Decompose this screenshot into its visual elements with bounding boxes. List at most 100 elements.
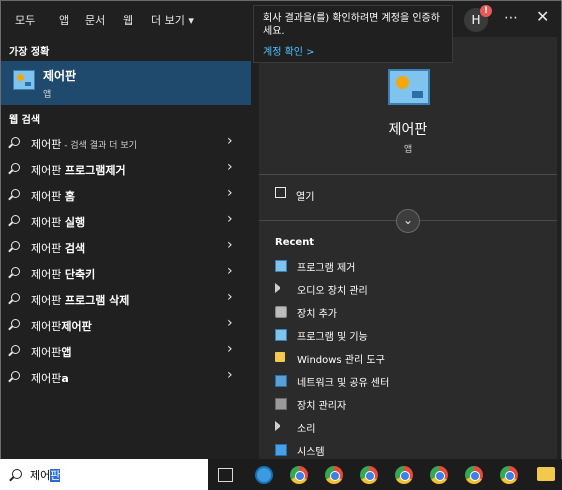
web-result-item[interactable]: 제어판제어판 ›	[1, 313, 251, 339]
web-result-label: 제어판 프로그램제거	[31, 164, 126, 177]
search-icon	[11, 293, 20, 302]
web-result-item[interactable]: 제어판a ›	[1, 365, 251, 391]
web-result-label: 제어판 단축키	[31, 268, 96, 281]
toast-message: 회사 결과을(를) 확인하려면 계정을 인증하세요.	[263, 13, 440, 37]
chrome-icon[interactable]	[465, 466, 483, 484]
chevron-right-icon: ›	[227, 185, 233, 201]
close-icon[interactable]: ✕	[536, 7, 549, 26]
task-view-icon[interactable]	[218, 468, 233, 482]
detail-subtitle: 앱	[403, 145, 413, 155]
recent-item-label: 프로그램 및 기능	[297, 332, 368, 343]
device-manager-icon	[275, 398, 287, 410]
verify-account-link[interactable]: 계정 확인 >	[263, 43, 315, 58]
chevron-right-icon: ›	[227, 289, 233, 305]
speaker-icon	[275, 421, 280, 431]
chevron-right-icon: ›	[227, 159, 233, 175]
search-icon	[11, 267, 20, 276]
chrome-icon[interactable]	[325, 466, 343, 484]
divider	[259, 174, 557, 175]
tab-apps[interactable]: 앱	[59, 12, 69, 28]
detail-title: 제어판	[388, 122, 428, 138]
web-result-label: 제어판 검색	[31, 242, 86, 255]
recent-item-label: 소리	[297, 424, 316, 435]
best-match-item[interactable]: 제어판 앱	[1, 61, 251, 105]
search-icon	[11, 163, 20, 172]
search-icon	[11, 371, 20, 380]
web-result-item[interactable]: 제어판 단축키 ›	[1, 261, 251, 287]
best-match-subtitle: 앱	[43, 90, 52, 100]
more-options-icon[interactable]: ⋯	[504, 10, 518, 26]
best-match-header: 가장 정확	[9, 47, 50, 58]
recent-item-label: 네트워크 및 공유 센터	[297, 378, 390, 389]
web-result-label: 제어판a	[31, 372, 69, 385]
chevron-right-icon: ›	[227, 211, 233, 227]
web-result-label: 제어판 홈	[31, 190, 75, 203]
recent-item-label: 오디오 장치 관리	[297, 286, 368, 297]
tab-all[interactable]: 모두	[15, 12, 35, 28]
alert-badge: !	[480, 5, 492, 17]
account-toast: 회사 결과을(를) 확인하려면 계정을 인증하세요. 계정 확인 >	[253, 5, 453, 63]
search-input[interactable]: 제어판	[0, 459, 208, 490]
web-result-item[interactable]: 제어판 홈 ›	[1, 183, 251, 209]
search-icon	[11, 189, 20, 198]
chrome-icon[interactable]	[290, 466, 308, 484]
chrome-icon[interactable]	[430, 466, 448, 484]
chevron-right-icon: ›	[227, 341, 233, 357]
web-result-item[interactable]: 제어판 - 검색 결과 더 보기 ›	[1, 131, 251, 157]
chevron-right-icon: ›	[227, 367, 233, 383]
tab-documents[interactable]: 문서	[85, 12, 105, 28]
recent-item-label: 시스템	[297, 447, 325, 458]
control-panel-icon	[13, 70, 35, 90]
chrome-icon[interactable]	[360, 466, 378, 484]
chevron-right-icon: ›	[227, 315, 233, 331]
recent-item-label: 장치 관리자	[297, 401, 347, 412]
chevron-right-icon: ›	[227, 237, 233, 253]
open-action[interactable]: 열기	[296, 188, 314, 203]
tab-more[interactable]: 더 보기 ▾	[151, 12, 194, 28]
edge-icon[interactable]	[255, 466, 273, 484]
control-panel-icon	[275, 260, 287, 272]
recent-item-label: 프로그램 제거	[297, 263, 356, 274]
control-panel-icon	[275, 329, 287, 341]
chrome-icon[interactable]	[500, 466, 518, 484]
web-result-item[interactable]: 제어판 프로그램제거 ›	[1, 157, 251, 183]
recent-item-label: 장치 추가	[297, 309, 337, 320]
device-icon	[275, 306, 287, 318]
chrome-icon[interactable]	[395, 466, 413, 484]
web-result-item[interactable]: 제어판 실행 ›	[1, 209, 251, 235]
recent-header: Recent	[275, 237, 315, 248]
search-icon	[11, 215, 20, 224]
search-query: 제어판	[30, 469, 61, 482]
web-result-item[interactable]: 제어판앱 ›	[1, 339, 251, 365]
recent-item-label: Windows 관리 도구	[297, 355, 385, 366]
web-result-label: 제어판 - 검색 결과 더 보기	[31, 138, 137, 151]
web-result-item[interactable]: 제어판 검색 ›	[1, 235, 251, 261]
web-result-item[interactable]: 제어판 프로그램 삭제 ›	[1, 287, 251, 313]
search-icon	[11, 345, 20, 354]
web-result-label: 제어판앱	[31, 346, 72, 359]
search-flyout: 모두 앱 문서 웹 더 보기 ▾ 가장 정확 제어판 앱 웹 검색 제어판 - …	[0, 0, 562, 460]
network-icon	[275, 375, 287, 387]
search-icon	[11, 137, 20, 146]
speaker-icon	[275, 283, 280, 293]
folder-icon	[275, 352, 285, 362]
detail-pane: 제어판 앱 열기 ⌄ Recent 프로그램 제거 오디오 장치 관리 장치 추…	[259, 37, 557, 459]
system-icon	[275, 444, 287, 456]
file-explorer-icon[interactable]	[537, 467, 555, 481]
chevron-right-icon: ›	[227, 263, 233, 279]
search-icon	[11, 319, 20, 328]
open-icon	[275, 187, 286, 198]
expand-button[interactable]: ⌄	[396, 209, 420, 233]
best-match-title: 제어판	[43, 69, 77, 83]
web-search-header: 웹 검색	[9, 115, 41, 126]
web-result-label: 제어판 실행	[31, 216, 86, 229]
search-icon	[12, 469, 22, 479]
chevron-right-icon: ›	[227, 133, 233, 149]
control-panel-icon	[388, 69, 430, 105]
web-result-label: 제어판제어판	[31, 320, 92, 333]
taskbar: 제어판	[0, 459, 562, 490]
tab-web[interactable]: 웹	[123, 12, 133, 28]
search-icon	[11, 241, 20, 250]
results-list: 가장 정확 제어판 앱 웹 검색 제어판 - 검색 결과 더 보기 › 제어판 …	[1, 37, 251, 459]
web-result-label: 제어판 프로그램 삭제	[31, 294, 130, 307]
